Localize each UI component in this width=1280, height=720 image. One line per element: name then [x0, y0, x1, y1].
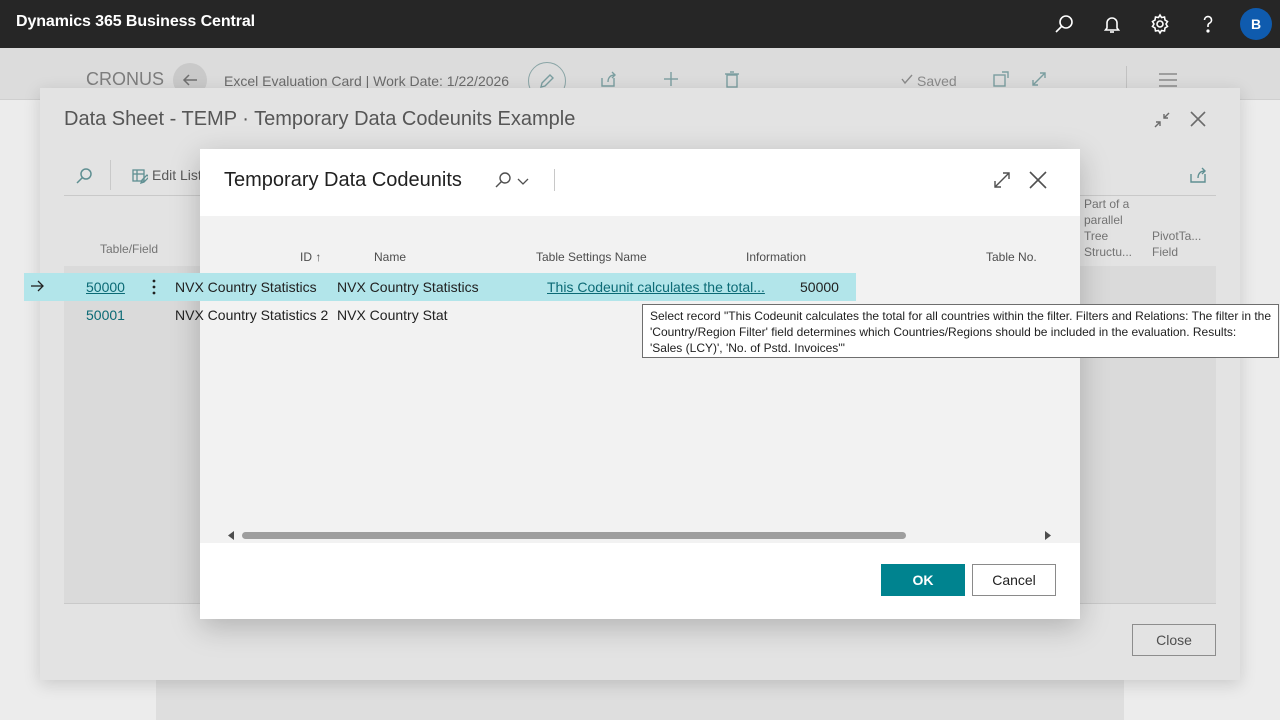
menu-icon[interactable] — [1158, 72, 1178, 88]
column-header-id[interactable]: ID ↑ — [300, 250, 321, 264]
column-header-table-field[interactable]: Table/Field — [100, 242, 158, 256]
tooltip: Select record "This Codeunit calculates … — [642, 304, 1279, 358]
search-icon[interactable] — [1052, 12, 1076, 36]
company-name[interactable]: CRONUS — [86, 69, 164, 90]
row-table-no: 50000 — [800, 279, 839, 295]
checkmark-icon — [901, 74, 913, 85]
scrollbar-thumb[interactable] — [242, 532, 906, 539]
bell-icon[interactable] — [1100, 12, 1124, 36]
open-new-window-icon[interactable] — [992, 70, 1010, 88]
app-title: Dynamics 365 Business Central — [16, 13, 255, 30]
close-button[interactable]: Close — [1132, 624, 1216, 656]
plus-icon[interactable] — [662, 70, 680, 88]
help-icon[interactable] — [1196, 12, 1220, 36]
cancel-button[interactable]: Cancel — [972, 564, 1056, 596]
row-id-link[interactable]: 50001 — [86, 307, 125, 323]
arrow-right-icon — [31, 280, 44, 292]
row-name: NVX Country Statistics 2 — [175, 307, 329, 323]
share-icon[interactable] — [1188, 165, 1208, 185]
search-icon[interactable] — [494, 171, 512, 189]
row-table-settings-name: NVX Country Stat — [337, 307, 448, 323]
dialog-title: Temporary Data Codeunits — [224, 169, 462, 191]
scroll-left-icon[interactable] — [227, 531, 235, 540]
arrow-left-icon — [182, 74, 197, 86]
toolbar-divider — [110, 160, 111, 190]
close-icon[interactable] — [1188, 109, 1208, 129]
row-information-link[interactable]: This Codeunit calculates the total... — [547, 279, 765, 295]
row-name: NVX Country Statistics — [175, 279, 317, 295]
row-table-settings-name: NVX Country Statistics — [337, 279, 479, 295]
column-header-table-no[interactable]: Table No. — [986, 250, 1037, 264]
close-icon[interactable] — [1027, 169, 1049, 191]
column-header-part-parallel[interactable]: Part of a parallel Tree Structu... — [1084, 196, 1144, 260]
table-row[interactable]: 50000 NVX Country Statistics NVX Country… — [24, 273, 856, 301]
dialog-header: Temporary Data Codeunits — [200, 149, 1080, 216]
temporary-data-codeunits-dialog: Temporary Data Codeunits — [200, 149, 1080, 619]
column-header-information[interactable]: Information — [746, 250, 806, 264]
edit-list-icon — [132, 169, 148, 184]
dialog-body — [200, 216, 1080, 543]
column-header-pivot[interactable]: PivotTa... Field — [1152, 228, 1212, 260]
column-header-table-settings-name[interactable]: Table Settings Name — [536, 250, 647, 264]
expand-icon[interactable] — [992, 170, 1012, 190]
more-options-icon[interactable] — [151, 279, 157, 295]
gear-icon[interactable] — [1148, 12, 1172, 36]
edit-list-button[interactable]: Edit List — [152, 167, 202, 183]
collapse-icon[interactable] — [1152, 110, 1172, 130]
delete-icon[interactable] — [723, 70, 741, 88]
scroll-right-icon[interactable] — [1044, 531, 1052, 540]
horizontal-scrollbar[interactable] — [224, 529, 1056, 541]
saved-status: Saved — [917, 73, 957, 89]
column-header-name[interactable]: Name — [374, 250, 406, 264]
ok-button[interactable]: OK — [881, 564, 965, 596]
app-bar: Dynamics 365 Business Central B — [0, 0, 1280, 48]
data-sheet-title: Data Sheet - TEMP · Temporary Data Codeu… — [64, 108, 576, 130]
user-avatar[interactable]: B — [1240, 8, 1272, 40]
row-id-link[interactable]: 50000 — [86, 279, 125, 295]
header-divider — [554, 169, 555, 191]
search-icon[interactable] — [74, 166, 94, 186]
expand-icon[interactable] — [1030, 70, 1048, 88]
share-icon[interactable] — [599, 70, 617, 88]
page-title: Excel Evaluation Card | Work Date: 1/22/… — [224, 73, 510, 89]
chevron-down-icon[interactable] — [517, 175, 529, 187]
